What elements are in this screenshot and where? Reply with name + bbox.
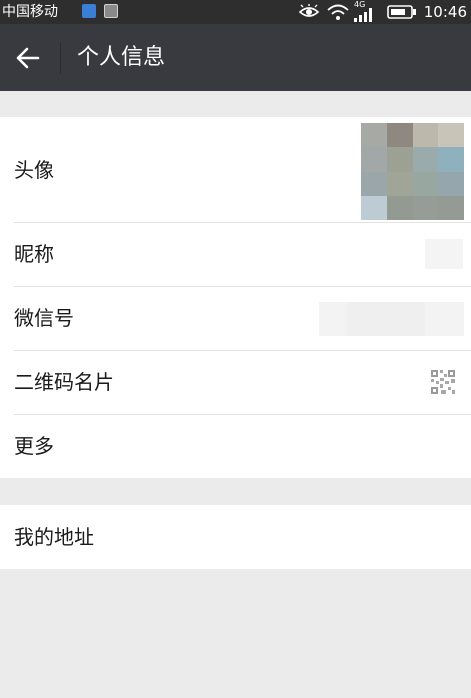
status-bar: 中国移动 4G 10:46 — [0, 0, 471, 24]
avatar-pixel — [438, 195, 464, 220]
qr-code-label: 二维码名片 — [14, 370, 114, 394]
wechat-id-value — [319, 302, 464, 336]
nickname-label: 昵称 — [14, 242, 54, 266]
back-button[interactable] — [10, 40, 46, 76]
clock: 10:46 — [423, 3, 467, 21]
avatar-pixel — [412, 147, 439, 172]
avatar-pixel — [438, 147, 464, 172]
qr-code-icon — [431, 370, 455, 394]
wechat-id-label: 微信号 — [14, 306, 74, 330]
carrier-label: 中国移动 — [2, 4, 58, 20]
avatar-pixel — [361, 195, 387, 220]
more-label: 更多 — [14, 434, 54, 458]
title-divider — [60, 42, 61, 74]
qr-code-row[interactable]: 二维码名片 — [0, 351, 471, 414]
nickname-row[interactable]: 昵称 — [0, 223, 471, 286]
battery-icon — [387, 5, 416, 19]
wechat-id-row[interactable]: 微信号 — [0, 287, 471, 350]
page-title: 个人信息 — [77, 45, 166, 70]
my-address-label: 我的地址 — [14, 525, 94, 549]
avatar-pixel — [412, 171, 439, 196]
avatar-pixel — [386, 123, 413, 148]
avatar-row[interactable]: 头像 — [0, 117, 471, 222]
avatar-pixel — [386, 195, 413, 220]
more-row[interactable]: 更多 — [0, 415, 471, 478]
address-group: 我的地址 — [0, 505, 471, 569]
avatar-pixel — [412, 123, 439, 148]
app-notification-icon — [82, 4, 96, 18]
avatar-pixel — [386, 147, 413, 172]
avatar-pixel — [361, 147, 387, 172]
wifi-icon — [327, 4, 349, 20]
arrow-left-icon — [16, 47, 40, 69]
nickname-value — [425, 239, 463, 269]
avatar-pixel — [438, 123, 464, 148]
avatar-pixel — [438, 171, 464, 196]
avatar-pixel — [386, 171, 413, 196]
avatar-pixel — [412, 195, 439, 220]
my-address-row[interactable]: 我的地址 — [0, 505, 471, 569]
profile-info-group: 头像 昵称 微信号 二维码名片 更多 — [0, 117, 471, 478]
avatar — [361, 123, 464, 220]
signal-icon — [354, 8, 372, 22]
avatar-pixel — [361, 123, 387, 148]
eye-icon — [298, 4, 320, 17]
avatar-pixel — [361, 171, 387, 196]
image-notification-icon — [104, 4, 118, 18]
title-bar: 个人信息 — [0, 24, 471, 91]
avatar-label: 头像 — [14, 158, 54, 182]
